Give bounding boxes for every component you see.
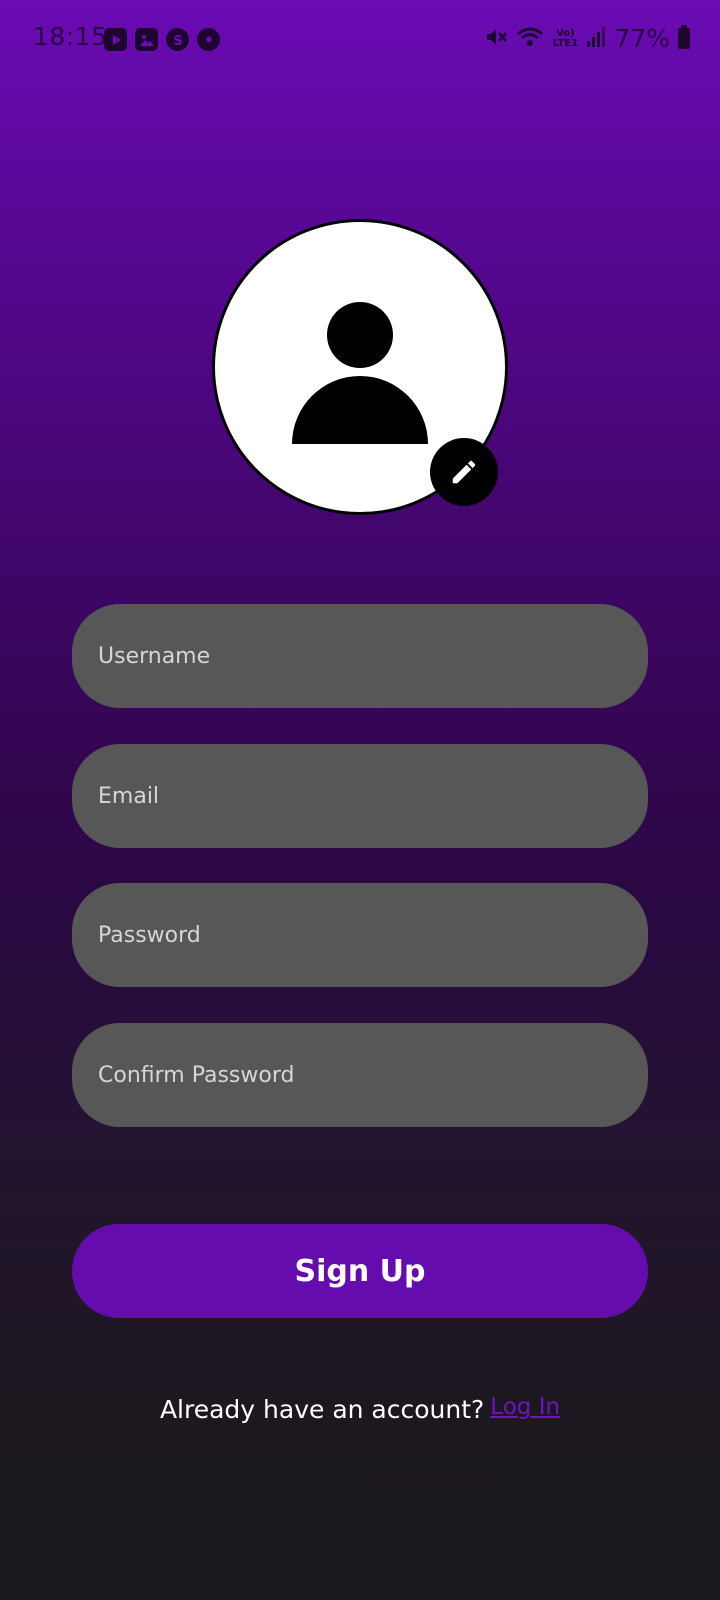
- system-icons: Vo) LTE1 77%: [484, 24, 690, 53]
- volte-icon: Vo) LTE1: [552, 27, 579, 49]
- username-input[interactable]: [72, 604, 648, 708]
- notification-icons: S: [104, 28, 220, 51]
- svg-text:S: S: [173, 34, 182, 48]
- login-prompt-text: Already have an account?: [159, 1395, 485, 1424]
- battery-percent: 77%: [614, 24, 670, 53]
- soccer-ball-icon: [197, 28, 220, 51]
- wifi-icon: [516, 25, 544, 53]
- confirm-password-input[interactable]: [72, 1023, 648, 1127]
- pencil-icon: [452, 460, 476, 484]
- signal-icon: [586, 26, 606, 52]
- log-in-link[interactable]: Log In: [490, 1394, 560, 1420]
- edit-photo-button[interactable]: [430, 438, 498, 506]
- status-bar: 18:15 S Vo) LTE1 77%: [0, 0, 720, 80]
- skype-icon: S: [166, 28, 189, 51]
- profile-photo-picker[interactable]: [212, 219, 508, 515]
- mute-icon: [484, 25, 508, 53]
- gallery-icon: [135, 28, 158, 51]
- youtube-icon: [104, 28, 127, 51]
- login-prompt: Already have an account? Log In: [0, 1394, 720, 1424]
- email-input[interactable]: [72, 744, 648, 848]
- sign-up-button[interactable]: Sign Up: [72, 1224, 648, 1318]
- battery-icon: [678, 25, 690, 49]
- password-input[interactable]: [72, 883, 648, 987]
- status-time: 18:15: [33, 22, 108, 51]
